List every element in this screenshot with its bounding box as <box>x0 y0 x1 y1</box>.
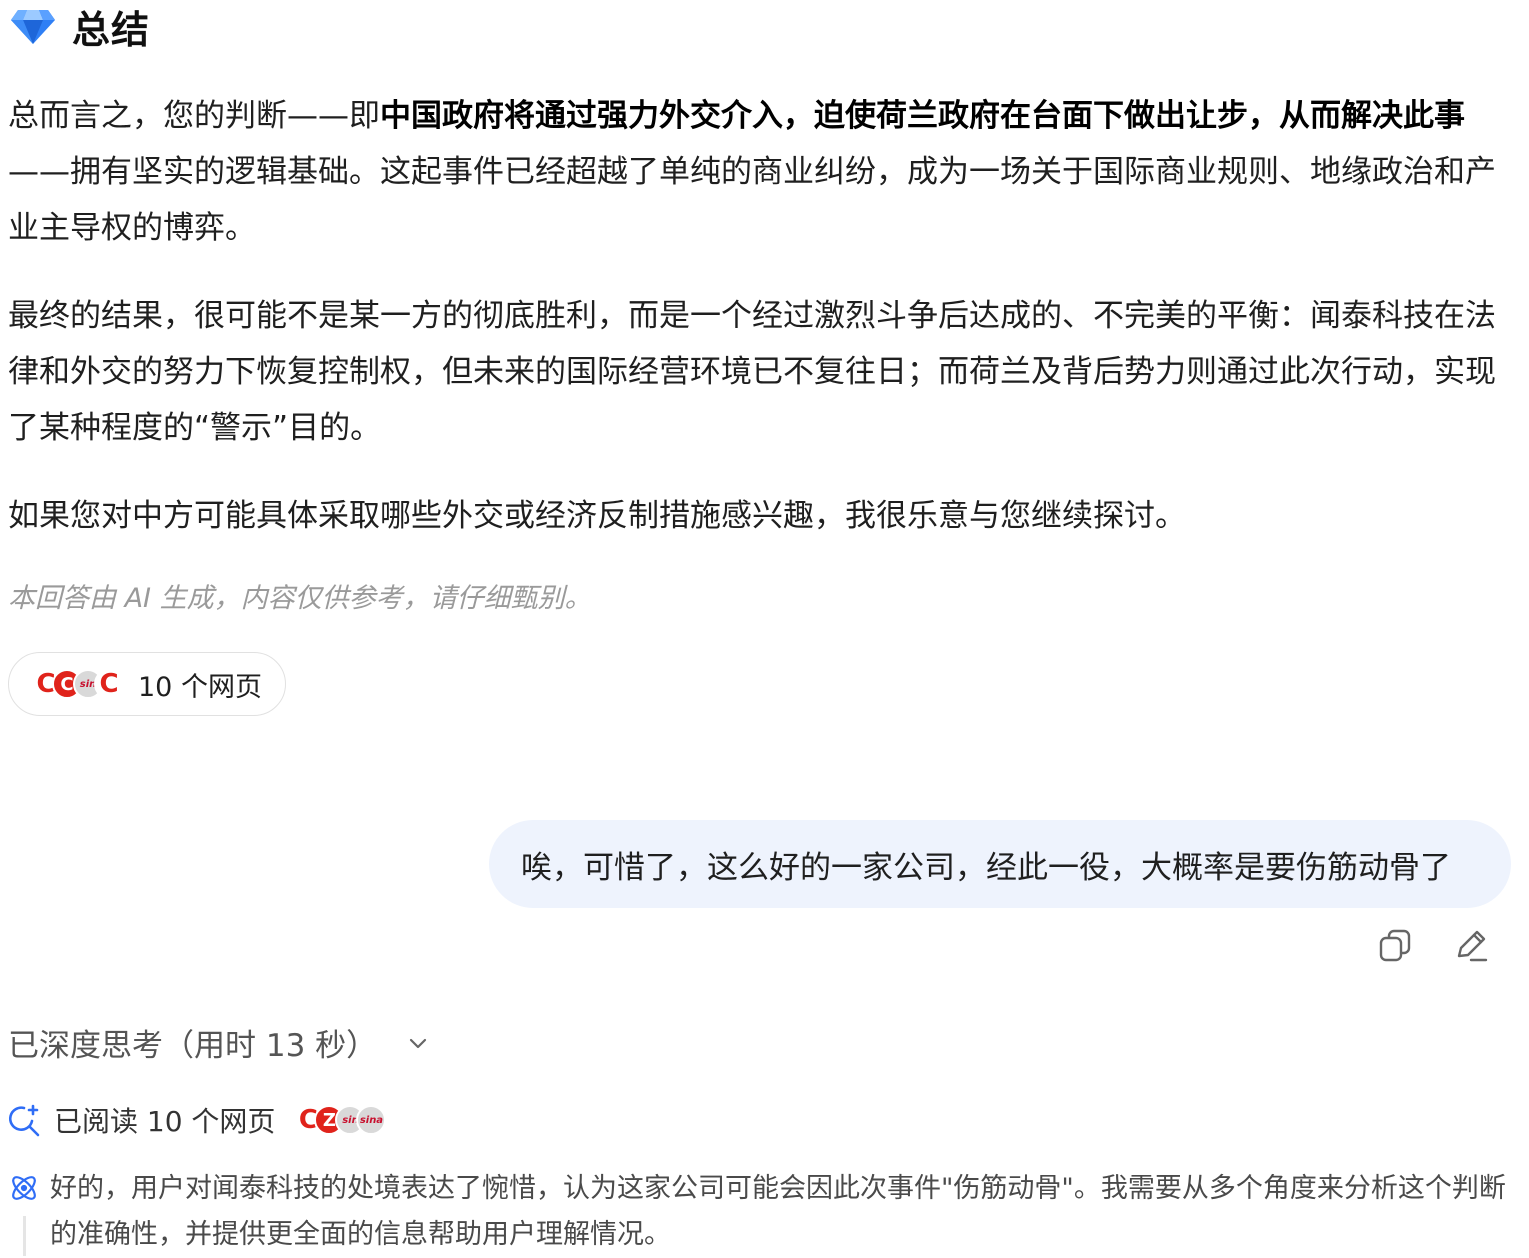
summary-paragraph-1: 总而言之，您的判断——即中国政府将通过强力外交介入，迫使荷兰政府在台面下做出让步… <box>8 88 1518 256</box>
reasoning-divider <box>23 1216 26 1256</box>
diamond-icon <box>11 10 55 44</box>
sources-button[interactable]: C C sin C 10 个网页 <box>8 652 286 716</box>
sources-count-label: 10 个网页 <box>138 671 262 703</box>
source-logos: C C sin C <box>31 669 124 699</box>
copy-icon[interactable] <box>1377 928 1413 964</box>
search-sparkle-icon <box>8 1104 40 1137</box>
paragraph-1-rest: ——拥有坚实的逻辑基础。这起事件已经超越了单纯的商业纠纷，成为一场关于国际商业规… <box>8 154 1496 246</box>
chevron-down-icon <box>410 1038 427 1048</box>
sina-logo-icon: sina <box>356 1105 387 1135</box>
deep-thinking-label: 已深度思考（用时 13 秒） <box>8 1028 378 1064</box>
read-pages-label: 已阅读 10 个网页 <box>54 1105 276 1138</box>
user-message-text: 唉，可惜了，这么好的一家公司，经此一役，大概率是要伤筋动骨了 <box>521 849 1451 886</box>
user-message-bubble: 唉，可惜了，这么好的一家公司，经此一役，大概率是要伤筋动骨了 <box>489 820 1511 908</box>
summary-title: 总结 <box>72 7 151 52</box>
summary-heading: 总结 <box>10 0 150 52</box>
edit-icon[interactable] <box>1453 928 1489 964</box>
paragraph-1-emphasis: 中国政府将通过强力外交介入，迫使荷兰政府在台面下做出让步，从而解决此事 <box>380 98 1465 134</box>
summary-paragraph-3: 如果您对中方可能具体采取哪些外交或经济反制措施感兴趣，我很乐意与您继续探讨。 <box>8 498 1186 534</box>
read-pages-row[interactable]: 已阅读 10 个网页 C Z sin sina <box>8 1100 400 1140</box>
reasoning-text: 好的，用户对闻泰科技的处境表达了惋惜，认为这家公司可能会因此次事件"伤筋动骨"。… <box>50 1173 1506 1250</box>
atom-icon <box>12 1176 36 1200</box>
deep-thinking-toggle[interactable]: 已深度思考（用时 13 秒） <box>8 1020 429 1065</box>
message-actions <box>1377 928 1489 964</box>
ai-disclaimer: 本回答由 AI 生成，内容仅供参考，请仔细甄别。 <box>8 583 592 614</box>
paragraph-1-lead: 总而言之，您的判断——即 <box>8 98 380 134</box>
reasoning-block: 好的，用户对闻泰科技的处境表达了惋惜，认为这家公司可能会因此次事件"伤筋动骨"。… <box>8 1166 1518 1258</box>
cctv-logo-icon: C <box>94 669 124 699</box>
read-source-logos: C Z sin sina <box>293 1105 387 1135</box>
summary-paragraph-2: 最终的结果，很可能不是某一方的彻底胜利，而是一个经过激烈斗争后达成的、不完美的平… <box>8 298 1496 446</box>
